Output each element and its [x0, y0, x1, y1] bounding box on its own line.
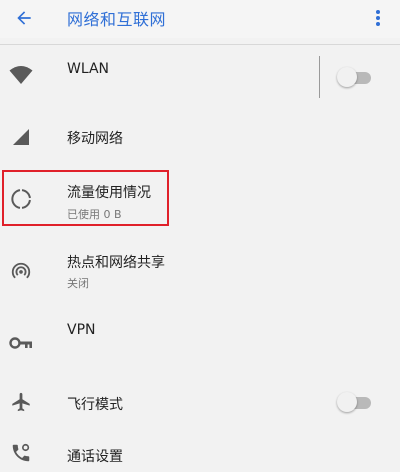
- signal-icon: [8, 124, 34, 150]
- hotspot-subtitle: 关闭: [67, 277, 89, 290]
- settings-item-call-settings[interactable]: 通话设置: [0, 436, 400, 472]
- mobile-network-label: 移动网络: [67, 131, 123, 147]
- settings-item-vpn[interactable]: VPN: [0, 315, 400, 363]
- settings-item-mobile-network[interactable]: 移动网络: [0, 114, 400, 164]
- wlan-toggle[interactable]: [337, 67, 373, 87]
- call-settings-label: 通话设置: [67, 449, 123, 465]
- hotspot-label: 热点和网络共享: [67, 255, 165, 271]
- airplane-toggle-thumb: [337, 392, 357, 412]
- hotspot-icon: [8, 258, 34, 284]
- vpn-label: VPN: [67, 322, 96, 338]
- vpn-key-icon: [8, 330, 34, 356]
- app-bar: 网络和互联网: [0, 0, 400, 38]
- airplane-label: 飞行模式: [67, 397, 123, 413]
- highlight-box: [2, 170, 169, 226]
- more-options-button[interactable]: [366, 5, 390, 31]
- wlan-divider: [319, 56, 320, 98]
- more-vert-icon: [376, 10, 380, 26]
- page-title: 网络和互联网: [67, 10, 167, 29]
- wlan-label: WLAN: [67, 61, 110, 77]
- airplane-icon: [8, 389, 34, 415]
- settings-item-hotspot[interactable]: 热点和网络共享 关闭: [0, 244, 400, 294]
- phone-settings-icon: [8, 440, 34, 466]
- header-divider: [0, 44, 400, 45]
- arrow-left-icon: [17, 11, 31, 25]
- wlan-toggle-thumb: [337, 67, 357, 87]
- back-button[interactable]: [8, 3, 40, 33]
- airplane-toggle[interactable]: [337, 392, 373, 412]
- wifi-icon: [8, 62, 34, 88]
